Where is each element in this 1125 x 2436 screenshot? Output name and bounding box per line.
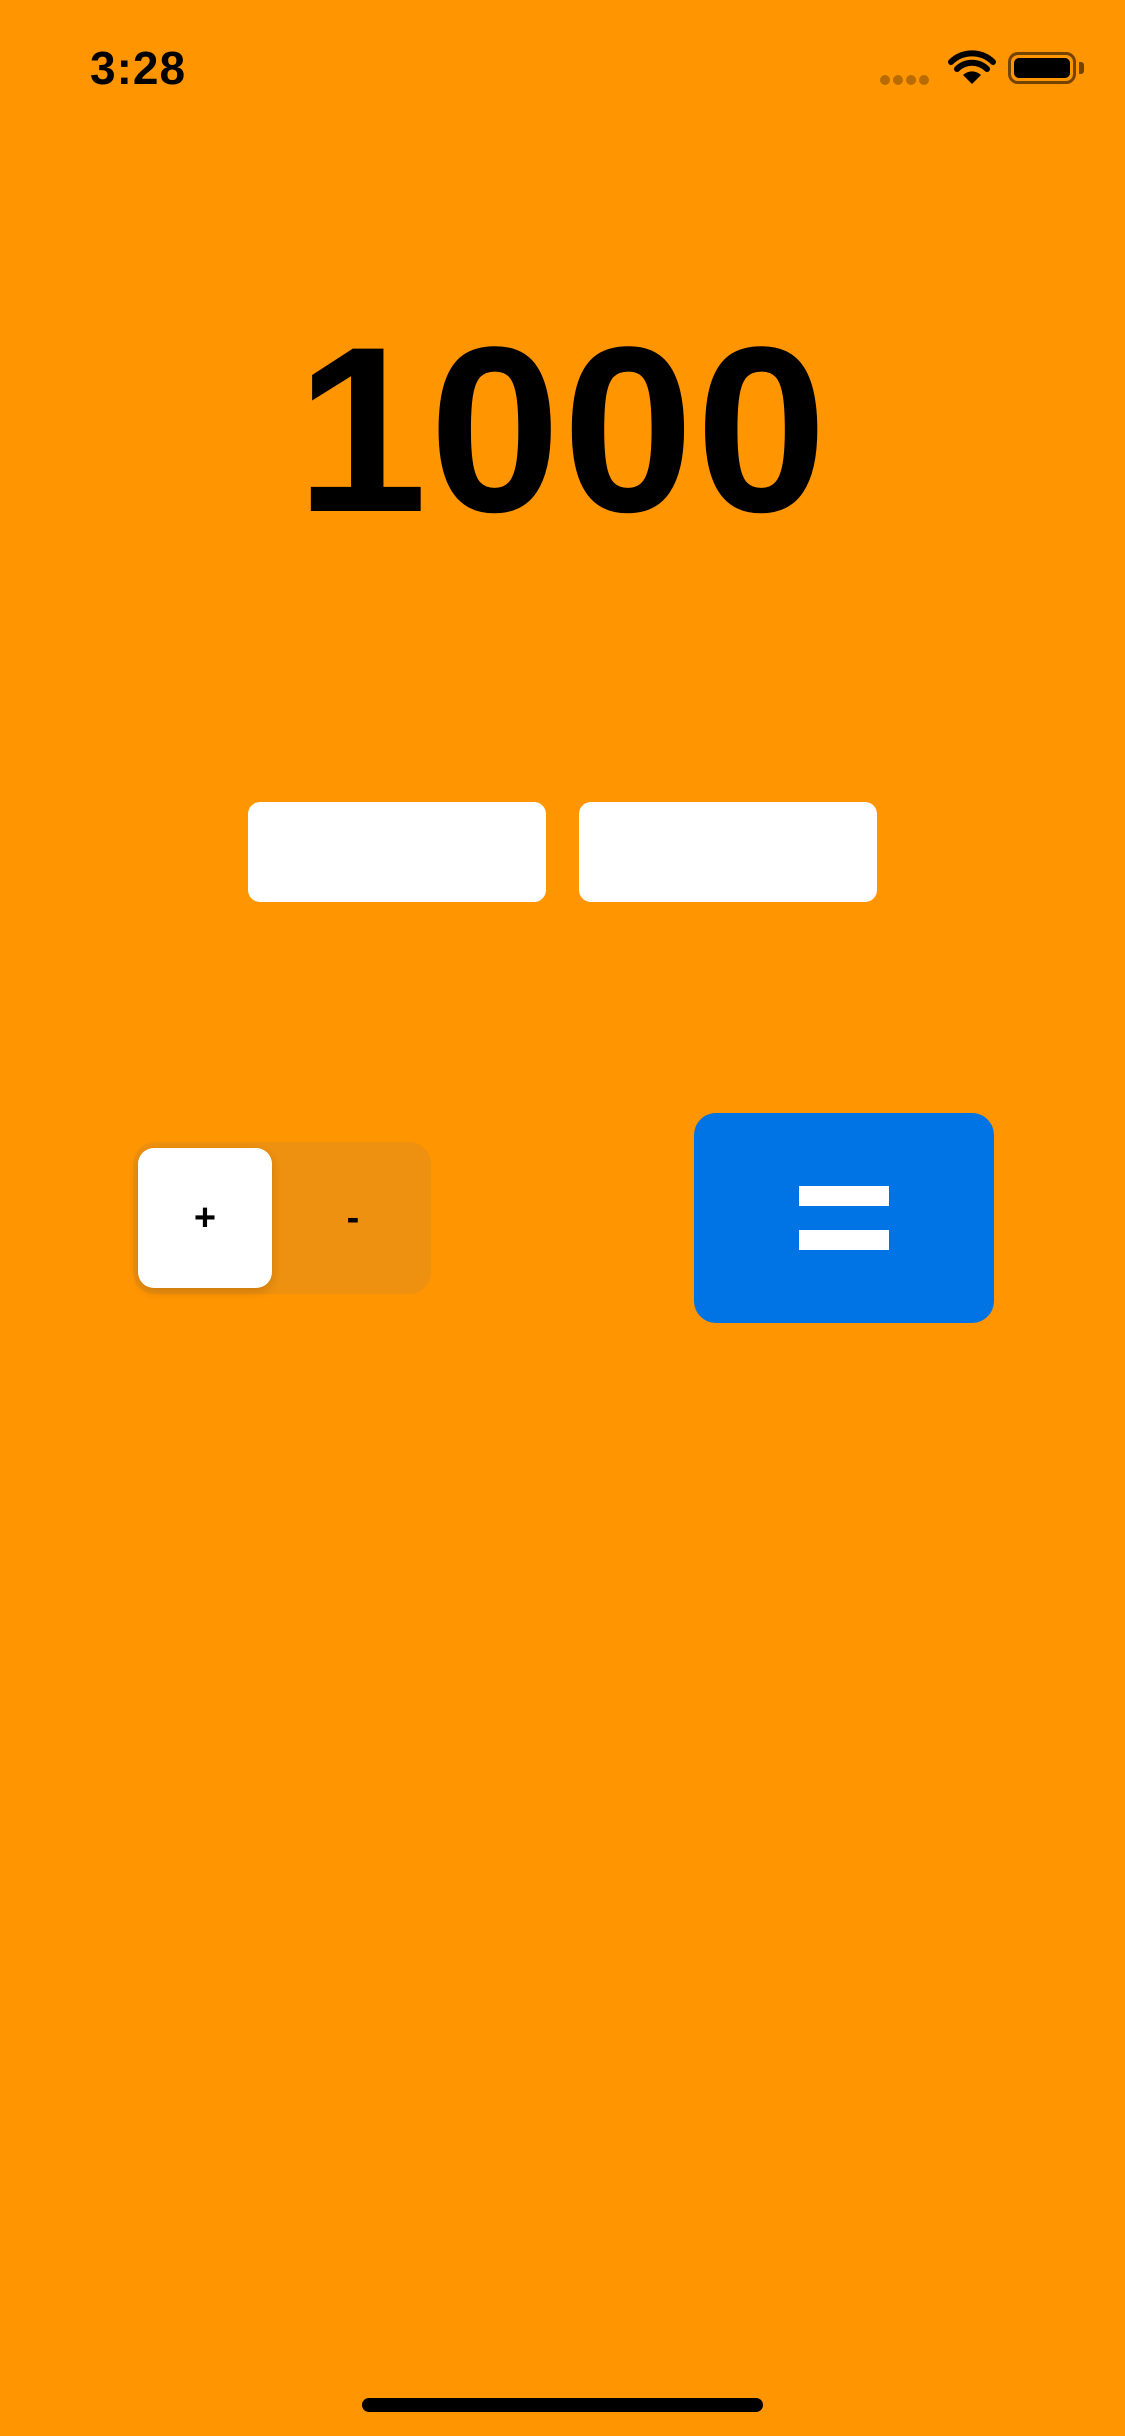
result-display: 1000: [295, 298, 829, 562]
operator-segmented-control[interactable]: + -: [133, 1142, 431, 1294]
signal-icon: [880, 72, 934, 85]
wifi-icon: [948, 50, 996, 86]
home-indicator[interactable]: [362, 2398, 763, 2412]
equals-button[interactable]: [694, 1113, 994, 1323]
second-number-input[interactable]: [579, 802, 877, 902]
battery-icon: [1008, 52, 1076, 84]
status-time: 3:28: [90, 42, 187, 94]
battery-cap: [1079, 62, 1084, 74]
equals-icon: [799, 1186, 889, 1250]
first-number-input[interactable]: [248, 802, 546, 902]
segment-minus[interactable]: -: [281, 1148, 425, 1288]
segment-plus[interactable]: +: [138, 1148, 272, 1288]
